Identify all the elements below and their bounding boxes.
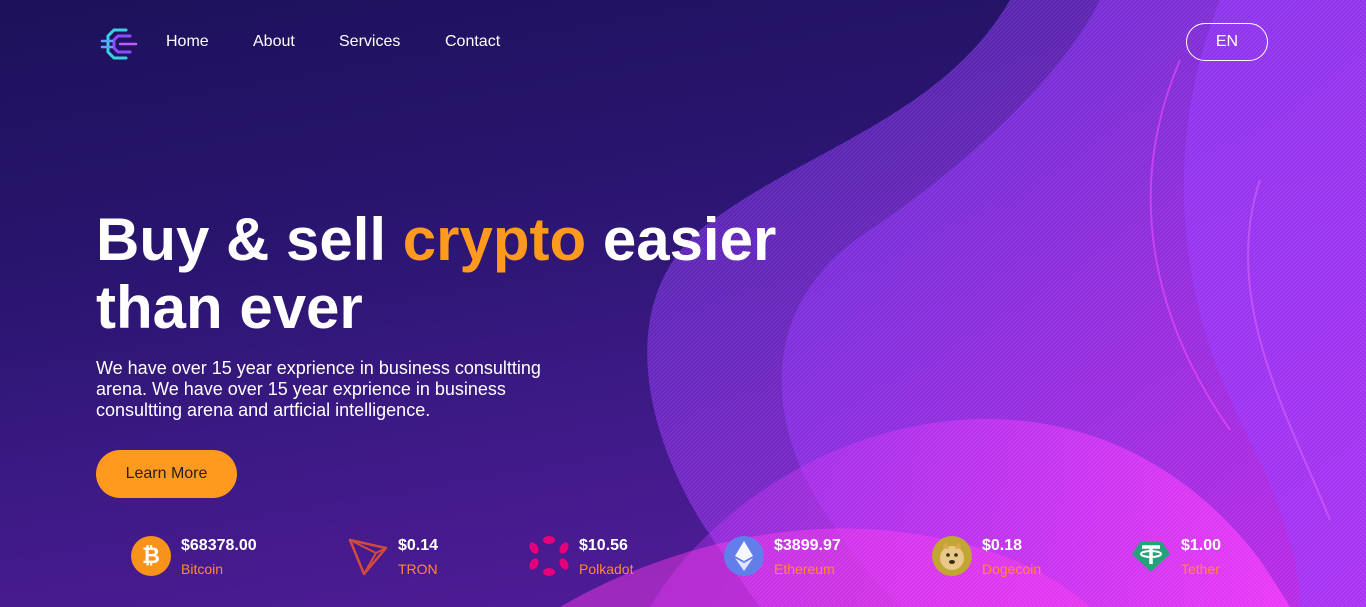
- ethereum-icon: [724, 536, 764, 576]
- coin-ticker: ₿ $68378.00 Bitcoin $0.14 TRON $10.56 Po…: [0, 528, 1366, 588]
- language-selector-button[interactable]: EN: [1186, 23, 1268, 61]
- learn-more-button[interactable]: Learn More: [96, 450, 237, 498]
- language-label: EN: [1215, 33, 1239, 50]
- svg-text:₿: ₿: [142, 543, 160, 568]
- hero-title-accent: crypto: [402, 206, 587, 273]
- coin-price: $1.00: [1181, 537, 1222, 554]
- nav-link-contact[interactable]: Contact: [445, 33, 500, 51]
- dogecoin-icon: [932, 536, 972, 576]
- tron-icon: [348, 536, 388, 576]
- coin-price: $68378.00: [181, 537, 257, 554]
- tether-icon: [1131, 536, 1171, 576]
- coin-name: TRON: [398, 561, 438, 577]
- nav-link-home[interactable]: Home: [166, 33, 209, 51]
- hero-description: We have over 15 year exprience in busine…: [96, 358, 541, 420]
- hero-section: Buy & sell crypto easier than ever We ha…: [96, 206, 816, 421]
- hero-title-part1: Buy & sell: [96, 206, 403, 273]
- coin-name: Bitcoin: [181, 561, 224, 577]
- hero-title: Buy & sell crypto easier than ever: [96, 206, 816, 342]
- bitcoin-icon: ₿: [131, 536, 171, 576]
- nav-link-services[interactable]: Services: [339, 33, 400, 51]
- coin-price: $3899.97: [774, 537, 841, 554]
- coin-price: $0.14: [398, 537, 439, 554]
- polkadot-icon: [529, 536, 569, 576]
- coin-name: Polkadot: [579, 561, 634, 577]
- coin-price: $10.56: [579, 537, 628, 554]
- brand-logo-icon[interactable]: [100, 24, 140, 64]
- coin-price: $0.18: [982, 537, 1023, 554]
- coin-name: Dogecoin: [982, 561, 1042, 577]
- top-navigation: Home About Services Contact EN: [0, 0, 1366, 84]
- coin-name: Tether: [1181, 561, 1220, 577]
- nav-link-about[interactable]: About: [253, 33, 295, 51]
- coin-name: Ethereum: [774, 561, 835, 577]
